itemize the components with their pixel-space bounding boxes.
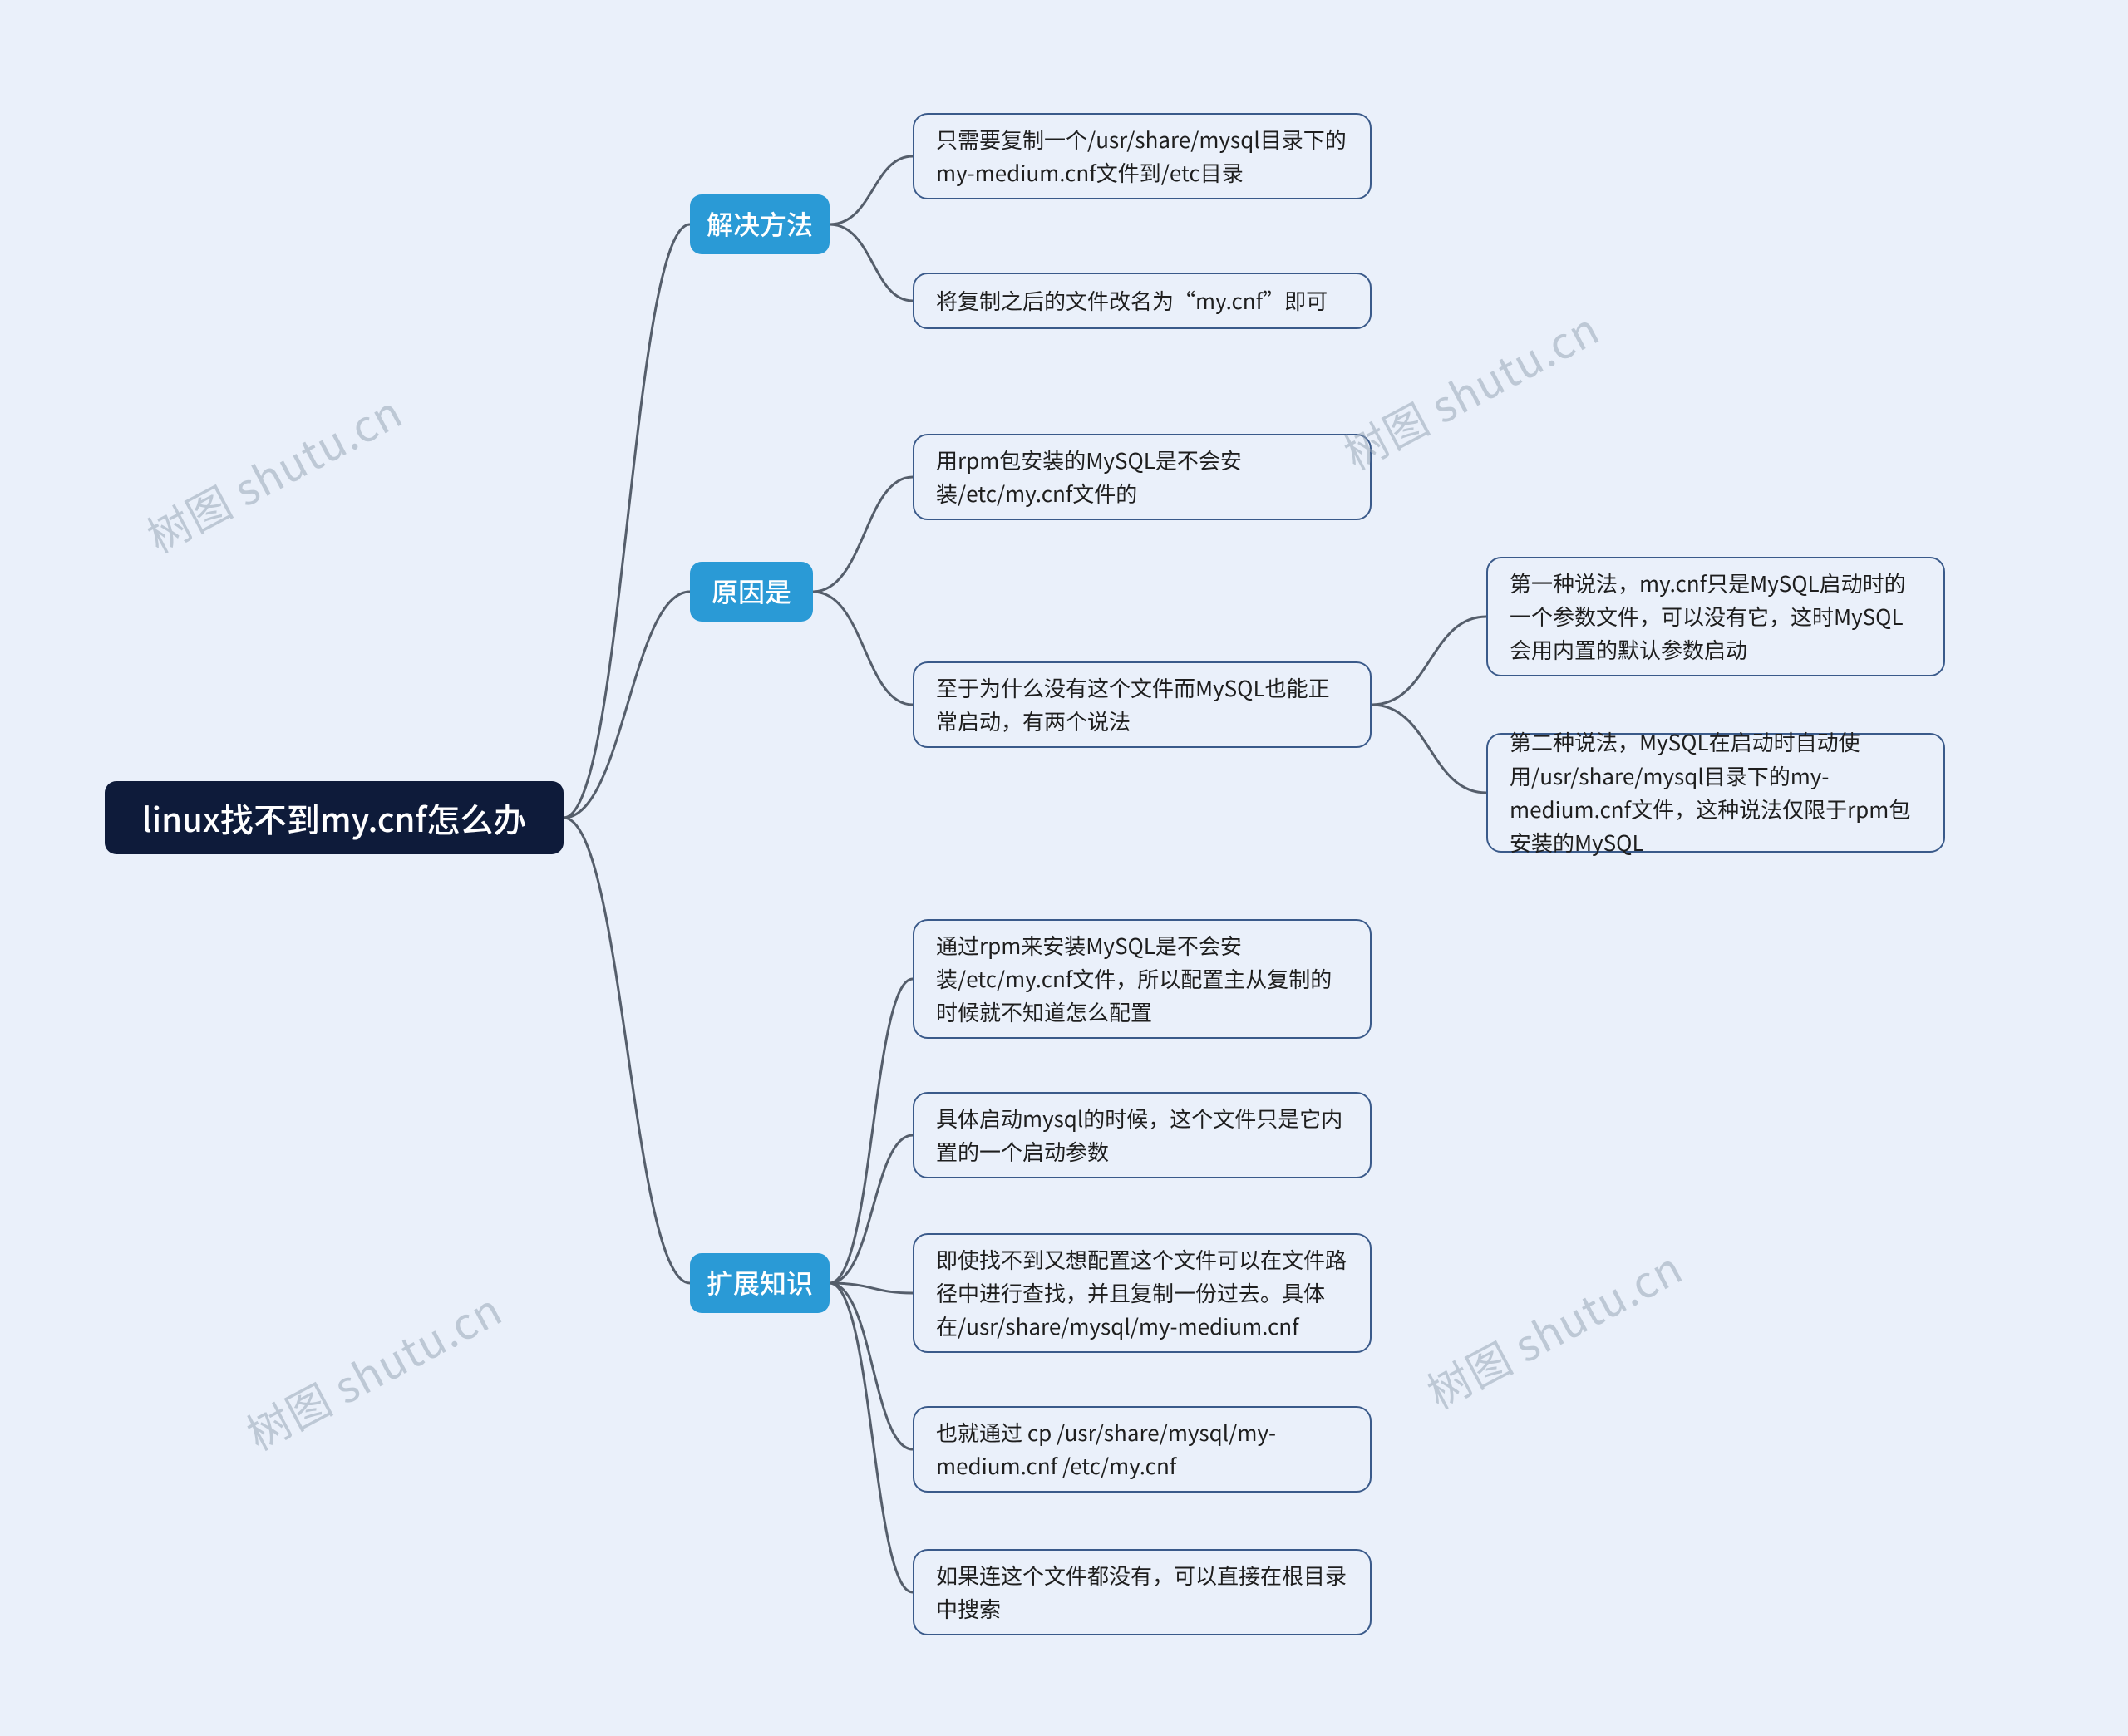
branch-extend-label: 扩展知识 [707,1262,813,1304]
branch-solution[interactable]: 解决方法 [690,194,830,254]
leaf-reason-2b-text: 第二种说法，MySQL在启动时自动使用/usr/share/mysql目录下的m… [1510,725,1922,859]
leaf-reason-1-text: 用rpm包安装的MySQL是不会安装/etc/my.cnf文件的 [936,444,1348,511]
leaf-extend-1[interactable]: 通过rpm来安装MySQL是不会安装/etc/my.cnf文件，所以配置主从复制… [913,919,1372,1039]
leaf-extend-1-text: 通过rpm来安装MySQL是不会安装/etc/my.cnf文件，所以配置主从复制… [936,929,1348,1030]
leaf-extend-2[interactable]: 具体启动mysql的时候，这个文件只是它内置的一个启动参数 [913,1092,1372,1178]
leaf-extend-5[interactable]: 如果连这个文件都没有，可以直接在根目录中搜索 [913,1549,1372,1635]
branch-solution-label: 解决方法 [707,204,813,245]
leaf-solution-1-text: 只需要复制一个/usr/share/mysql目录下的my-medium.cnf… [936,123,1348,190]
leaf-reason-1[interactable]: 用rpm包安装的MySQL是不会安装/etc/my.cnf文件的 [913,434,1372,520]
leaf-extend-3[interactable]: 即使找不到又想配置这个文件可以在文件路径中进行查找，并且复制一份过去。具体在/u… [913,1233,1372,1353]
branch-extend[interactable]: 扩展知识 [690,1253,830,1313]
branch-reason-label: 原因是 [712,571,791,612]
leaf-solution-2[interactable]: 将复制之后的文件改名为“my.cnf”即可 [913,273,1372,329]
root-label: linux找不到my.cnf怎么办 [142,792,527,843]
leaf-reason-2a-text: 第一种说法，my.cnf只是MySQL启动时的一个参数文件，可以没有它，这时My… [1510,567,1922,667]
branch-reason[interactable]: 原因是 [690,562,813,622]
watermark: 树图 shutu.cn [1332,295,1608,482]
leaf-reason-2a[interactable]: 第一种说法，my.cnf只是MySQL启动时的一个参数文件，可以没有它，这时My… [1486,557,1945,676]
leaf-reason-2[interactable]: 至于为什么没有这个文件而MySQL也能正常启动，有两个说法 [913,661,1372,748]
leaf-extend-5-text: 如果连这个文件都没有，可以直接在根目录中搜索 [936,1559,1348,1626]
watermark: 树图 shutu.cn [1415,1234,1692,1421]
leaf-reason-2b[interactable]: 第二种说法，MySQL在启动时自动使用/usr/share/mysql目录下的m… [1486,733,1945,853]
leaf-extend-2-text: 具体启动mysql的时候，这个文件只是它内置的一个启动参数 [936,1102,1348,1169]
leaf-extend-3-text: 即使找不到又想配置这个文件可以在文件路径中进行查找，并且复制一份过去。具体在/u… [936,1243,1348,1344]
leaf-extend-4-text: 也就通过 cp /usr/share/mysql/my-medium.cnf /… [936,1416,1348,1483]
leaf-solution-2-text: 将复制之后的文件改名为“my.cnf”即可 [936,284,1328,317]
leaf-extend-4[interactable]: 也就通过 cp /usr/share/mysql/my-medium.cnf /… [913,1406,1372,1493]
watermark: 树图 shutu.cn [135,378,411,565]
watermark: 树图 shutu.cn [234,1276,511,1463]
root-node[interactable]: linux找不到my.cnf怎么办 [105,781,564,854]
leaf-solution-1[interactable]: 只需要复制一个/usr/share/mysql目录下的my-medium.cnf… [913,113,1372,199]
leaf-reason-2-text: 至于为什么没有这个文件而MySQL也能正常启动，有两个说法 [936,671,1348,739]
